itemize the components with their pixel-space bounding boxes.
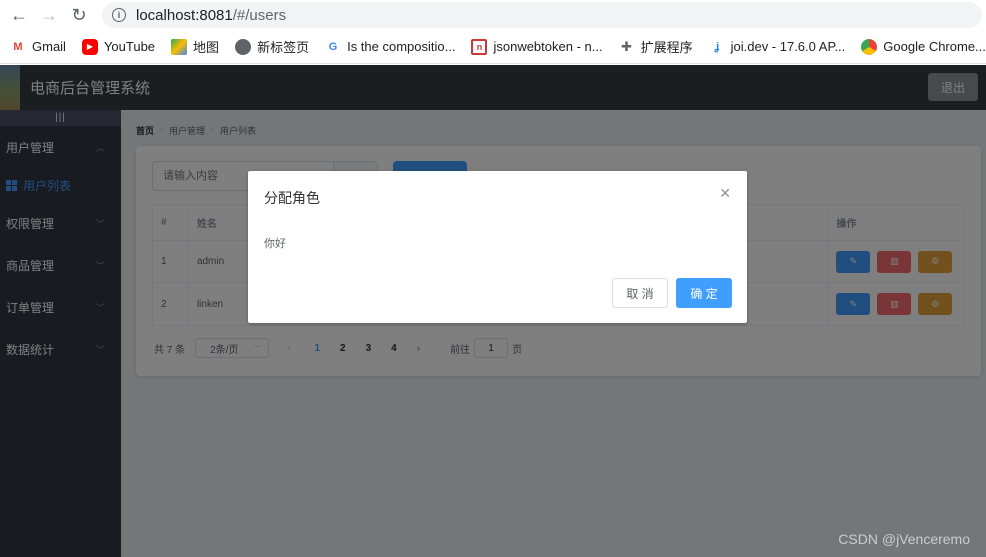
cancel-button[interactable]: 取 消 [612, 278, 668, 308]
bookmark-youtube[interactable]: ▶ YouTube [81, 38, 155, 55]
joi-icon: ʝ [714, 40, 720, 53]
puzzle-icon: ✚ [621, 38, 633, 54]
google-icon: G [328, 40, 338, 53]
bookmark-gmail[interactable]: M Gmail [10, 39, 66, 55]
dialog-title: 分配角色 [264, 190, 320, 206]
watermark: CSDN @jVenceremo [838, 531, 970, 547]
youtube-icon: ▶ [81, 38, 98, 55]
npm-icon: n [471, 38, 488, 55]
back-icon[interactable]: ← [8, 4, 30, 26]
maps-icon [171, 38, 188, 55]
bookmarks-bar: M Gmail ▶ YouTube 地图 新标签页 G Is the composit… [0, 30, 986, 64]
url-text: localhost:8081/#/users [136, 6, 287, 24]
info-icon[interactable]: i [112, 8, 126, 22]
confirm-button[interactable]: 确 定 [676, 278, 732, 308]
address-bar[interactable]: i localhost:8081/#/users [102, 2, 982, 28]
globe-icon [235, 38, 252, 55]
bookmark-extensions[interactable]: ✚ 扩展程序 [619, 37, 692, 56]
bookmark-composition[interactable]: G Is the compositio... [325, 39, 456, 55]
bookmark-maps[interactable]: 地图 [171, 37, 219, 56]
bookmark-newtab[interactable]: 新标签页 [235, 37, 309, 56]
reload-icon[interactable]: ↻ [68, 4, 90, 26]
dialog-body: 你好 [264, 238, 286, 250]
forward-icon[interactable]: → [38, 4, 60, 26]
close-icon[interactable]: ✕ [719, 185, 731, 202]
bookmark-chrome[interactable]: Google Chrome... [861, 38, 986, 55]
browser-toolbar: ← → ↻ i localhost:8081/#/users [0, 0, 986, 30]
bookmark-jsonwebtoken[interactable]: n jsonwebtoken - n... [471, 38, 603, 55]
bookmark-joi[interactable]: ʝ joi.dev - 17.6.0 AP... [709, 39, 845, 55]
assign-role-dialog: 分配角色 ✕ 你好 取 消 确 定 [248, 171, 747, 323]
gmail-icon: M [13, 40, 23, 53]
chrome-icon [861, 38, 878, 55]
